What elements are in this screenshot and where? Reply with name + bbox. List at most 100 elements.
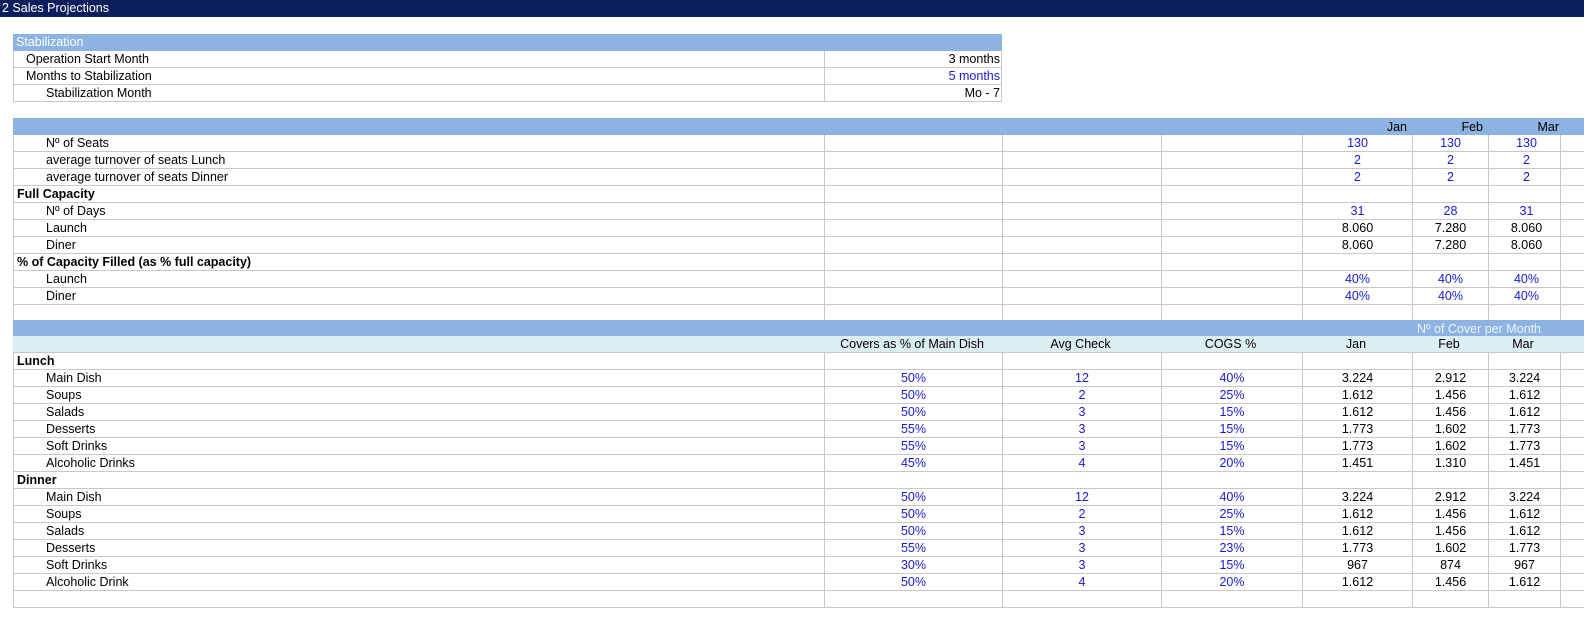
row-label[interactable]: Desserts: [46, 540, 816, 557]
covers-value[interactable]: 4: [1003, 455, 1161, 472]
covers-value[interactable]: [1413, 591, 1488, 608]
month-value[interactable]: [1303, 186, 1412, 203]
month-value[interactable]: 2: [1489, 169, 1564, 186]
covers-value[interactable]: 3: [1003, 540, 1161, 557]
covers-value[interactable]: [1003, 591, 1161, 608]
covers-value[interactable]: 1.612: [1303, 523, 1412, 540]
covers-value[interactable]: 2: [1003, 387, 1161, 404]
covers-value[interactable]: 15%: [1162, 523, 1302, 540]
covers-value[interactable]: 1.612: [1489, 523, 1560, 540]
covers-value[interactable]: 874: [1413, 557, 1488, 574]
covers-value[interactable]: 1.773: [1303, 540, 1412, 557]
covers-value[interactable]: 50%: [825, 404, 1002, 421]
month-value[interactable]: 130: [1413, 135, 1488, 152]
covers-value[interactable]: 1.602: [1413, 421, 1488, 438]
covers-value[interactable]: 1.602: [1413, 540, 1488, 557]
covers-value[interactable]: 55%: [825, 540, 1002, 557]
covers-value[interactable]: 1.456: [1413, 387, 1488, 404]
covers-value[interactable]: [1413, 472, 1488, 489]
covers-value[interactable]: 1.612: [1303, 387, 1412, 404]
month-value[interactable]: [1303, 254, 1412, 271]
month-value[interactable]: 2: [1303, 152, 1412, 169]
month-value[interactable]: 31: [1489, 203, 1564, 220]
row-label[interactable]: average turnover of seats Lunch: [46, 152, 816, 169]
month-value[interactable]: [1413, 186, 1488, 203]
covers-value[interactable]: [1489, 472, 1560, 489]
covers-value[interactable]: [1003, 472, 1161, 489]
covers-value[interactable]: 2.912: [1413, 489, 1488, 506]
month-header[interactable]: Jan: [1301, 119, 1411, 136]
month-value[interactable]: [1489, 186, 1564, 203]
covers-value[interactable]: 1.773: [1489, 438, 1560, 455]
covers-value[interactable]: 20%: [1162, 574, 1302, 591]
covers-value[interactable]: 15%: [1162, 557, 1302, 574]
covers-value[interactable]: 55%: [825, 421, 1002, 438]
row-label[interactable]: Launch: [46, 220, 816, 237]
covers-value[interactable]: 2: [1003, 506, 1161, 523]
stabilization-title[interactable]: Stabilization: [16, 34, 316, 51]
month-value[interactable]: 40%: [1303, 288, 1412, 305]
covers-value[interactable]: 55%: [825, 438, 1002, 455]
month-value[interactable]: [1413, 254, 1488, 271]
covers-value[interactable]: 3: [1003, 438, 1161, 455]
month-value[interactable]: 28: [1413, 203, 1488, 220]
covers-value[interactable]: 2.912: [1413, 370, 1488, 387]
covers-column-header[interactable]: Mar: [1487, 336, 1559, 353]
stabilization-label[interactable]: Months to Stabilization: [26, 68, 806, 85]
covers-value[interactable]: 1.773: [1489, 421, 1560, 438]
covers-column-header[interactable]: Avg Check: [1001, 336, 1160, 353]
month-value[interactable]: 8.060: [1303, 237, 1412, 254]
covers-value[interactable]: 12: [1003, 370, 1161, 387]
covers-value[interactable]: 1.612: [1303, 506, 1412, 523]
covers-value[interactable]: 20%: [1162, 455, 1302, 472]
covers-value[interactable]: 1.612: [1303, 574, 1412, 591]
covers-value[interactable]: 1.602: [1413, 438, 1488, 455]
covers-value[interactable]: 1.456: [1413, 404, 1488, 421]
covers-value[interactable]: [1003, 353, 1161, 370]
covers-value[interactable]: 967: [1489, 557, 1560, 574]
row-label[interactable]: Soups: [46, 506, 816, 523]
covers-value[interactable]: 3.224: [1489, 370, 1560, 387]
row-label[interactable]: Salads: [46, 523, 816, 540]
section-label[interactable]: Full Capacity: [17, 186, 817, 203]
covers-value[interactable]: 3: [1003, 421, 1161, 438]
covers-value[interactable]: 40%: [1162, 370, 1302, 387]
covers-value[interactable]: 15%: [1162, 438, 1302, 455]
covers-value[interactable]: [825, 353, 1002, 370]
covers-value[interactable]: 30%: [825, 557, 1002, 574]
row-label[interactable]: Soft Drinks: [46, 557, 816, 574]
row-label[interactable]: Diner: [46, 237, 816, 254]
month-value[interactable]: 8.060: [1489, 220, 1564, 237]
covers-value[interactable]: 50%: [825, 574, 1002, 591]
covers-value[interactable]: 1.451: [1489, 455, 1560, 472]
section-label[interactable]: % of Capacity Filled (as % full capacity…: [17, 254, 817, 271]
covers-value[interactable]: 25%: [1162, 387, 1302, 404]
covers-value[interactable]: [1162, 472, 1302, 489]
month-value[interactable]: 130: [1303, 135, 1412, 152]
stabilization-value[interactable]: 5 months: [826, 68, 1000, 85]
covers-value[interactable]: 1.773: [1303, 438, 1412, 455]
month-value[interactable]: 8.060: [1489, 237, 1564, 254]
covers-value[interactable]: 4: [1003, 574, 1161, 591]
covers-value[interactable]: 15%: [1162, 421, 1302, 438]
covers-value[interactable]: 15%: [1162, 404, 1302, 421]
month-value[interactable]: 40%: [1303, 271, 1412, 288]
covers-value[interactable]: 3: [1003, 557, 1161, 574]
covers-value[interactable]: 12: [1003, 489, 1161, 506]
month-value[interactable]: 7.280: [1413, 220, 1488, 237]
month-value[interactable]: 40%: [1413, 288, 1488, 305]
row-label[interactable]: Alcoholic Drinks: [46, 455, 816, 472]
covers-value[interactable]: [1162, 353, 1302, 370]
section-label[interactable]: Dinner: [17, 472, 817, 489]
row-label[interactable]: Main Dish: [46, 489, 816, 506]
row-label[interactable]: Launch: [46, 271, 816, 288]
covers-value[interactable]: 50%: [825, 506, 1002, 523]
stabilization-label[interactable]: Stabilization Month: [46, 85, 826, 102]
covers-value[interactable]: 40%: [1162, 489, 1302, 506]
covers-value[interactable]: 3: [1003, 523, 1161, 540]
covers-value[interactable]: [825, 591, 1002, 608]
month-value[interactable]: 2: [1489, 152, 1564, 169]
covers-value[interactable]: 25%: [1162, 506, 1302, 523]
stabilization-value[interactable]: 3 months: [826, 51, 1000, 68]
month-value[interactable]: 2: [1413, 169, 1488, 186]
